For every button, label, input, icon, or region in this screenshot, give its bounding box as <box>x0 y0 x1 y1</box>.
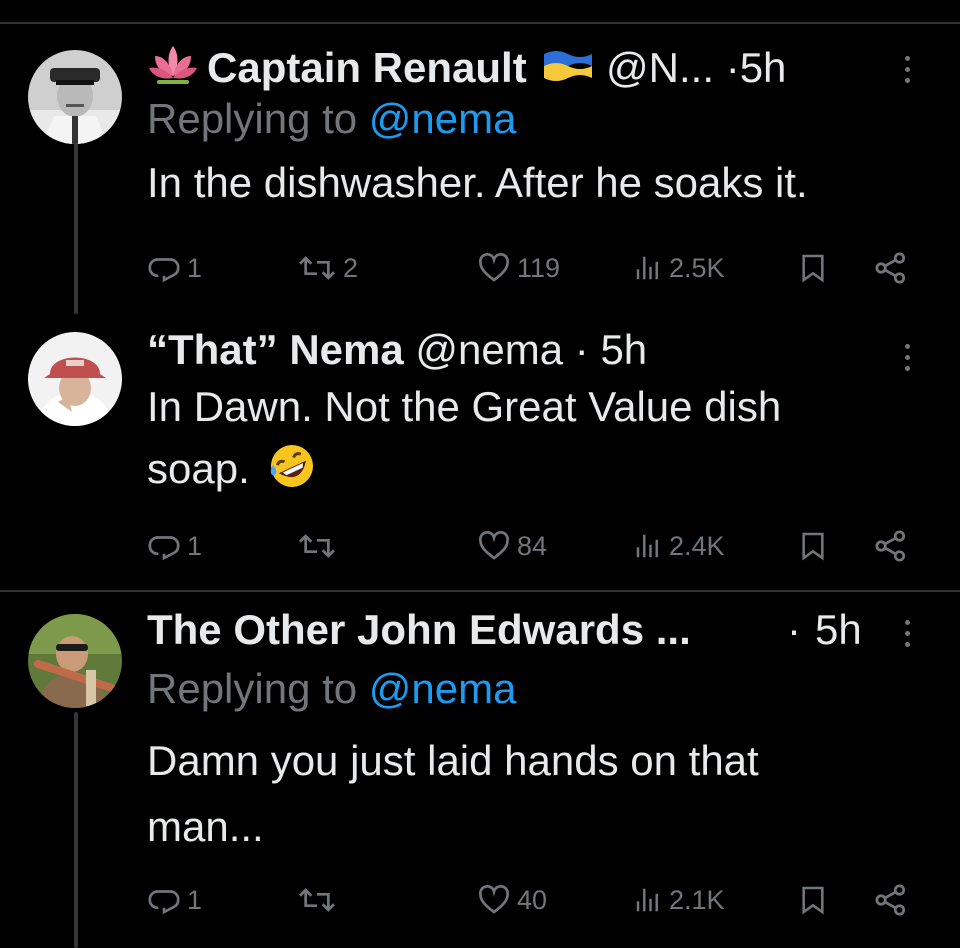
tweet-text-line-2: soap. <box>147 445 250 492</box>
tweet-text: In the dishwasher. After he soaks it. <box>147 159 808 206</box>
separator-dot: · <box>725 44 740 91</box>
timestamp[interactable]: 5h <box>815 604 862 656</box>
more-icon[interactable] <box>902 338 912 378</box>
share-icon <box>875 530 906 562</box>
reply-button[interactable]: 1 <box>147 880 202 920</box>
bookmark-button[interactable] <box>797 248 829 288</box>
rofl-emoji-icon <box>267 441 317 508</box>
display-name[interactable]: “That” Nema <box>147 326 404 373</box>
more-icon[interactable] <box>902 614 912 654</box>
reply-count: 1 <box>187 884 203 915</box>
views-button[interactable]: 2.4K <box>633 526 725 566</box>
mention-link[interactable]: @nema <box>369 95 517 142</box>
views-count: 2.1K <box>669 884 725 915</box>
like-icon <box>478 252 510 282</box>
views-count: 2.5K <box>669 252 725 283</box>
views-count: 2.4K <box>669 530 725 561</box>
like-icon <box>478 530 510 560</box>
action-bar: 1 2 119 2.5K <box>147 248 920 288</box>
bookmark-icon <box>802 254 824 283</box>
separator-dot: · <box>787 606 801 653</box>
avatar[interactable] <box>28 332 122 426</box>
lotus-emoji-icon <box>147 42 199 98</box>
tweet-text-line-2: man... <box>147 803 264 850</box>
bookmark-button[interactable] <box>797 880 829 920</box>
replying-label: Replying to <box>147 95 358 142</box>
reply-button[interactable]: 1 <box>147 248 202 288</box>
like-button[interactable]: 84 <box>477 526 547 566</box>
avatar[interactable] <box>28 614 122 708</box>
views-button[interactable]: 2.1K <box>633 880 725 920</box>
repost-icon <box>299 888 335 912</box>
timestamp[interactable]: 5h <box>740 44 787 91</box>
tweet-3[interactable]: The Other John Edwards ... · 5h Replying… <box>0 604 960 904</box>
reply-count: 1 <box>187 530 203 561</box>
action-bar: 1 84 2.4K <box>147 526 920 566</box>
views-button[interactable]: 2.5K <box>633 248 725 288</box>
views-icon <box>636 888 658 912</box>
display-name[interactable]: The Other John Edwards ... <box>147 606 691 653</box>
mention-link[interactable]: @nema <box>369 665 517 712</box>
reply-count: 1 <box>187 252 203 283</box>
timestamp[interactable]: 5h <box>600 326 647 373</box>
like-count: 40 <box>517 884 548 915</box>
replying-label: Replying to <box>147 665 358 712</box>
reply-icon <box>148 890 180 915</box>
top-divider <box>0 22 960 24</box>
bookmark-icon <box>802 886 824 915</box>
action-bar: 1 40 2.1K <box>147 880 920 920</box>
share-icon <box>875 252 906 284</box>
repost-count: 2 <box>343 252 359 283</box>
like-icon <box>478 884 510 914</box>
reply-icon <box>148 536 180 561</box>
views-icon <box>636 534 658 558</box>
tweet-divider <box>0 590 960 592</box>
more-icon[interactable] <box>902 50 912 90</box>
bookmark-button[interactable] <box>797 526 829 566</box>
bookmark-icon <box>802 532 824 561</box>
repost-button[interactable]: 2 <box>297 248 358 288</box>
tweet-text-line-1: In Dawn. Not the Great Value dish <box>147 383 782 430</box>
handle[interactable]: @N... <box>606 44 714 91</box>
like-button[interactable]: 119 <box>477 248 560 288</box>
repost-icon <box>299 534 335 558</box>
display-name[interactable]: Captain Renault <box>207 44 527 91</box>
repost-button[interactable] <box>297 526 343 566</box>
avatar[interactable] <box>28 50 122 144</box>
repost-icon <box>299 256 335 280</box>
handle[interactable]: @nema <box>415 326 563 373</box>
share-icon <box>875 884 906 916</box>
reply-icon <box>148 258 180 283</box>
tweet-text-line-1: Damn you just laid hands on that <box>147 737 759 784</box>
like-button[interactable]: 40 <box>477 880 547 920</box>
like-count: 119 <box>517 252 561 283</box>
like-count: 84 <box>517 530 548 561</box>
replying-to-line: Replying to @nema <box>147 94 930 144</box>
reply-button[interactable]: 1 <box>147 526 202 566</box>
replying-to-line: Replying to @nema <box>147 664 930 714</box>
ukraine-flag-icon <box>542 44 594 96</box>
repost-button[interactable] <box>297 880 343 920</box>
share-button[interactable] <box>873 248 909 288</box>
share-button[interactable] <box>873 526 909 566</box>
share-button[interactable] <box>873 880 909 920</box>
separator-dot: · <box>574 326 589 373</box>
views-icon <box>636 256 658 280</box>
